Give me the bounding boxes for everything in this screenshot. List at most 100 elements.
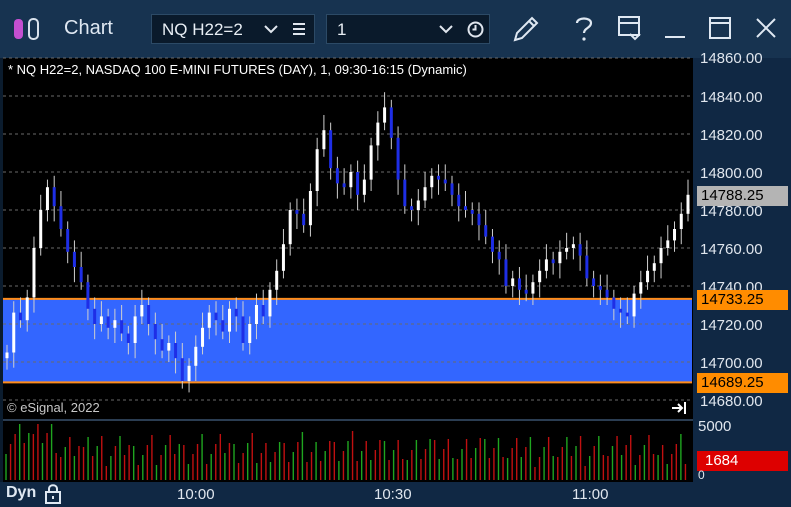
price-tick: 14680.00 bbox=[700, 393, 763, 410]
candle-body bbox=[261, 305, 265, 317]
candle-body bbox=[659, 248, 663, 264]
candle-body bbox=[241, 316, 245, 343]
candle-body bbox=[194, 346, 198, 366]
candle-body bbox=[180, 358, 184, 381]
last-volume-tag: 1684 bbox=[697, 451, 788, 471]
candle-body bbox=[544, 259, 548, 271]
candle-body bbox=[362, 179, 366, 195]
candle-body bbox=[167, 343, 171, 351]
candle-body bbox=[32, 248, 36, 298]
candle-body bbox=[12, 312, 16, 353]
candle-body bbox=[585, 255, 589, 279]
candle-body bbox=[18, 312, 22, 321]
candle-body bbox=[93, 308, 97, 324]
candle-body bbox=[268, 289, 272, 317]
candle-body bbox=[578, 244, 582, 256]
scroll-to-end-icon[interactable] bbox=[671, 401, 689, 415]
candle-body bbox=[86, 282, 90, 309]
price-tick: 14860.00 bbox=[700, 50, 763, 67]
candle-body bbox=[666, 240, 670, 248]
time-tick: 10:00 bbox=[177, 486, 215, 503]
candle-body bbox=[281, 244, 285, 271]
candle-body bbox=[201, 327, 205, 347]
candle-body bbox=[437, 175, 441, 180]
candle-body bbox=[524, 289, 528, 294]
candle-body bbox=[174, 343, 178, 359]
candle-body bbox=[349, 172, 353, 188]
lower-line-price-tag: 14689.25 bbox=[697, 373, 788, 393]
candle-body bbox=[120, 320, 124, 334]
candle-body bbox=[207, 312, 211, 328]
upper-line-price-tag: 14733.25 bbox=[697, 290, 788, 310]
candle-body bbox=[153, 324, 157, 340]
candle-body bbox=[403, 179, 407, 207]
candle-body bbox=[221, 320, 225, 332]
candle-body bbox=[673, 229, 677, 241]
dynamic-mode-label[interactable]: Dyn bbox=[6, 484, 36, 502]
candle-body bbox=[342, 183, 346, 188]
candle-body bbox=[410, 206, 414, 210]
candle-body bbox=[99, 316, 103, 324]
volume-tick: 5000 bbox=[698, 418, 732, 435]
candle-body bbox=[356, 172, 360, 195]
candle-body bbox=[558, 251, 562, 264]
candle-body bbox=[79, 267, 83, 283]
price-tick: 14700.00 bbox=[700, 355, 763, 372]
candle-body bbox=[571, 244, 575, 248]
candle-body bbox=[619, 308, 623, 313]
candle-body bbox=[45, 187, 49, 210]
candle-body bbox=[511, 278, 515, 286]
copyright-label: © eSignal, 2022 bbox=[7, 400, 100, 415]
candle-body bbox=[389, 107, 393, 138]
candle-body bbox=[288, 210, 292, 245]
candle-body bbox=[39, 210, 43, 248]
candle-body bbox=[113, 320, 117, 328]
candle-body bbox=[679, 213, 683, 229]
candle-body bbox=[430, 175, 434, 188]
candle-body bbox=[383, 107, 387, 123]
price-tick: 14820.00 bbox=[700, 127, 763, 144]
candle-body bbox=[248, 324, 252, 343]
last-price-tag: 14788.25 bbox=[697, 186, 788, 206]
volume-zero-tick: 0 bbox=[698, 468, 705, 482]
candle-body bbox=[470, 210, 474, 214]
candle-body bbox=[5, 352, 9, 359]
candle-body bbox=[322, 130, 326, 150]
candle-body bbox=[308, 191, 312, 226]
lock-icon[interactable] bbox=[44, 483, 62, 504]
candle-body bbox=[147, 305, 151, 324]
time-tick: 10:30 bbox=[374, 486, 412, 503]
candle-body bbox=[329, 130, 333, 169]
candle-body bbox=[531, 282, 535, 294]
candle-body bbox=[423, 187, 427, 201]
candle-body bbox=[59, 206, 63, 229]
candle-body bbox=[565, 248, 569, 252]
candle-body bbox=[504, 259, 508, 286]
candle-body bbox=[686, 194, 690, 214]
candle-body bbox=[484, 225, 488, 237]
candle-body bbox=[335, 168, 339, 184]
candle-body bbox=[598, 286, 602, 290]
candle-body bbox=[369, 145, 373, 180]
candle-body bbox=[52, 187, 56, 207]
price-tick: 14800.00 bbox=[700, 165, 763, 182]
candle-body bbox=[66, 229, 70, 252]
candle-body bbox=[302, 213, 306, 226]
candle-body bbox=[187, 365, 191, 381]
chart-window: Chart NQ H22=2 1 * NQ H22=2, NASDAQ 100 … bbox=[0, 0, 791, 507]
candle-body bbox=[625, 312, 629, 317]
candle-body bbox=[72, 251, 76, 267]
price-tick: 14720.00 bbox=[700, 317, 763, 334]
candle-body bbox=[551, 259, 555, 264]
candle-body bbox=[646, 270, 650, 283]
candle-body bbox=[612, 297, 616, 309]
candle-body bbox=[463, 206, 467, 210]
candle-body bbox=[652, 263, 656, 271]
candle-body bbox=[275, 270, 279, 290]
candle-body bbox=[315, 149, 319, 191]
chart-info-label: * NQ H22=2, NASDAQ 100 E-MINI FUTURES (D… bbox=[8, 62, 467, 77]
candle-body bbox=[490, 236, 494, 252]
candle-body bbox=[443, 179, 447, 184]
candle-body bbox=[517, 278, 521, 290]
candle-body bbox=[295, 210, 299, 214]
